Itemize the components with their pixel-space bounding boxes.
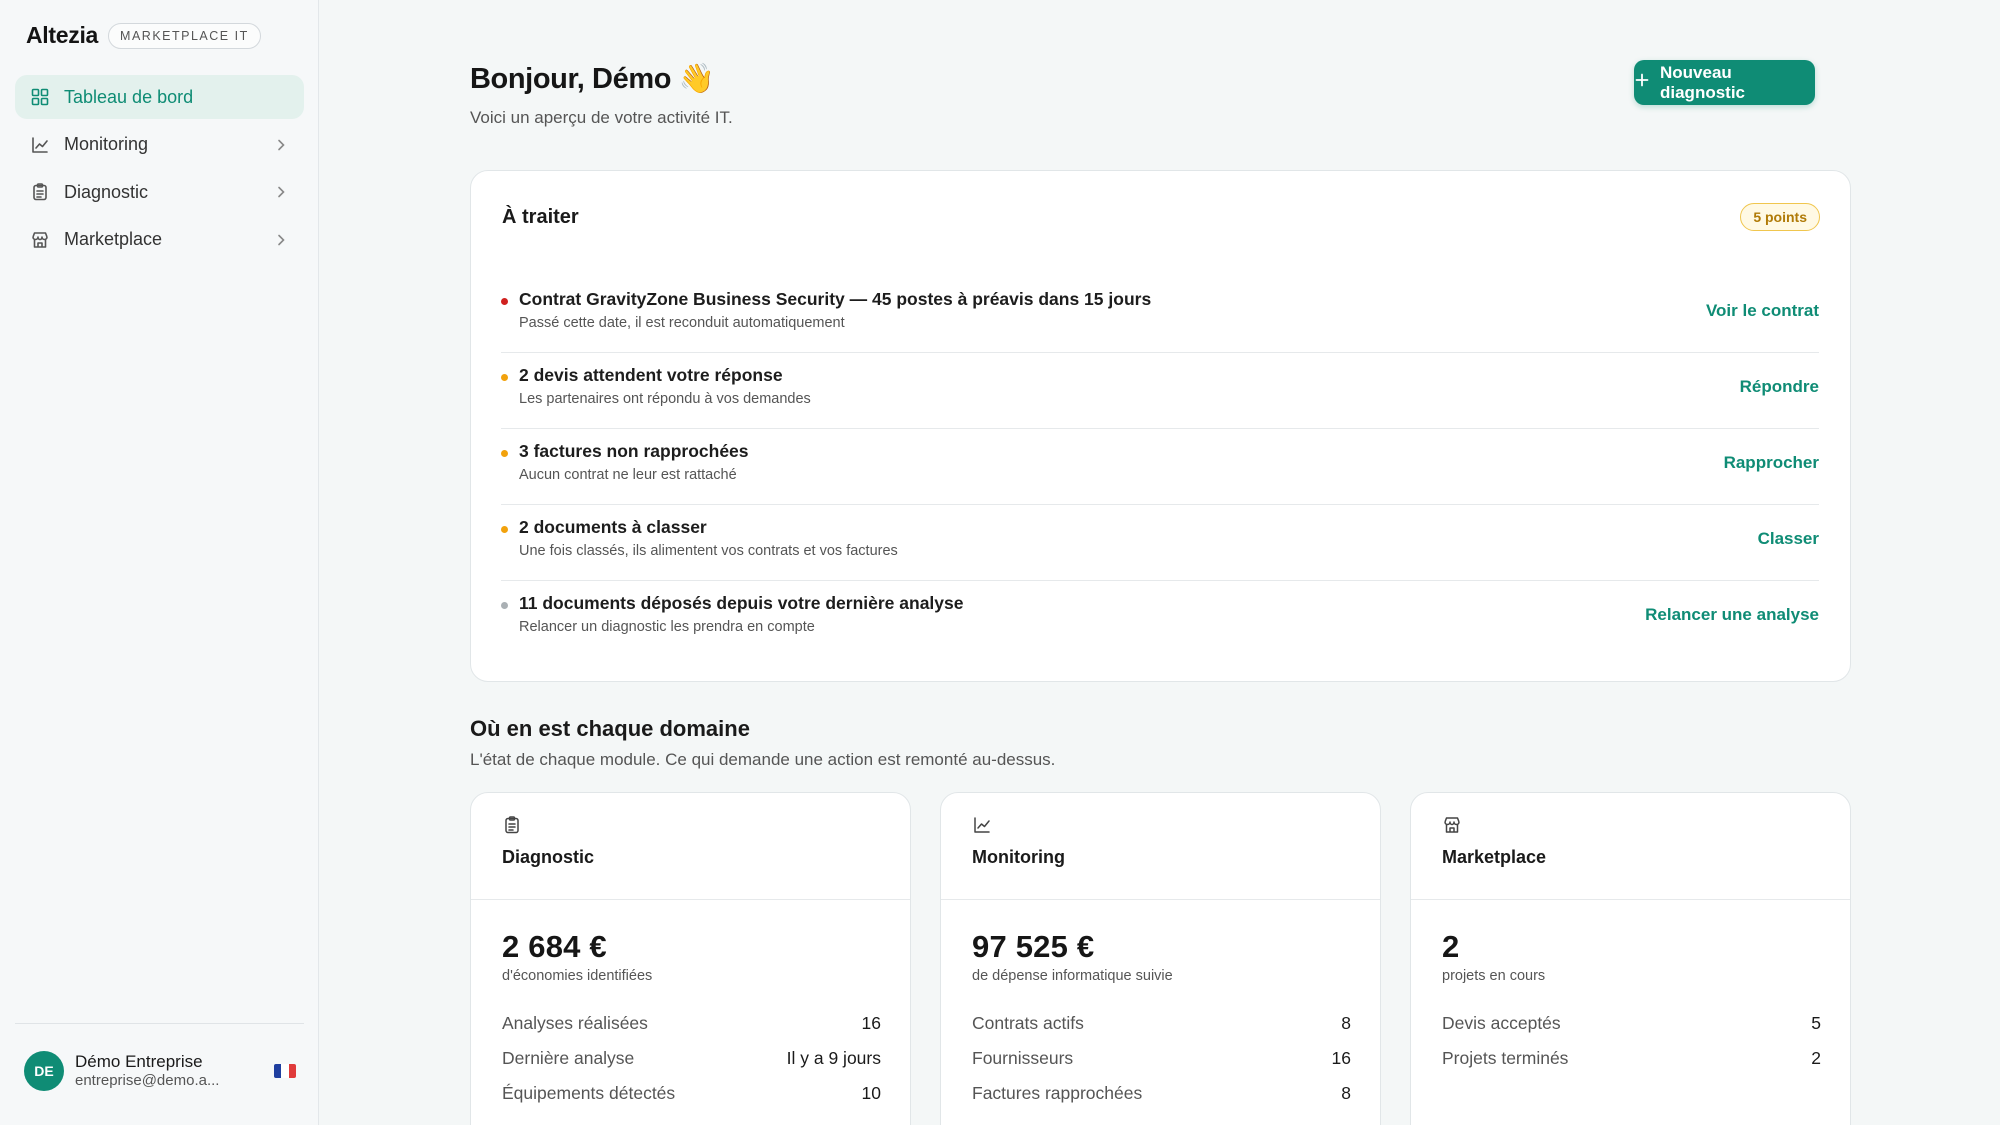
stat-row: Dernière analyse Il y a 9 jours xyxy=(502,1048,881,1068)
sidebar-item-label: Diagnostic xyxy=(64,181,149,202)
card-stats: Devis acceptés 5 Projets terminés 2 xyxy=(1442,1006,1821,1076)
stat-row: Analyses réalisées 16 xyxy=(502,1013,881,1033)
grid-icon xyxy=(30,87,50,107)
todo-item-subtitle: Relancer un diagnostic les prendra en co… xyxy=(519,619,815,635)
chevron-right-icon xyxy=(274,233,288,247)
card-header: Marketplace xyxy=(1411,793,1850,900)
view-contract-link[interactable]: Voir le contrat xyxy=(1706,301,1819,321)
todo-item-title: 3 factures non rapprochées xyxy=(519,441,749,461)
page-title: Bonjour, Démo 👋 xyxy=(470,63,715,95)
sidebar-item-diagnostic[interactable]: Diagnostic xyxy=(15,170,304,214)
card-title: Monitoring xyxy=(972,847,1065,867)
sidebar-item-dashboard[interactable]: Tableau de bord xyxy=(15,75,304,119)
main-content: Bonjour, Démo 👋 Voici un aperçu de votre… xyxy=(320,0,2000,1125)
user-info: Démo Entreprise entreprise@demo.a... xyxy=(75,1052,274,1090)
rerun-analysis-link[interactable]: Relancer une analyse xyxy=(1645,605,1819,625)
user-name: Démo Entreprise xyxy=(75,1051,203,1071)
sidebar-item-label: Monitoring xyxy=(64,134,149,154)
todo-item-subtitle: Aucun contrat ne leur est rattaché xyxy=(519,467,737,483)
card-metric: 97 525 € xyxy=(972,929,1095,964)
brand-tag: MARKETPLACE IT xyxy=(108,22,261,49)
domains-title: Où en est chaque domaine xyxy=(470,716,750,741)
page-subtitle: Voici un aperçu de votre activité IT. xyxy=(470,108,733,127)
todo-item-title: 11 documents déposés depuis votre derniè… xyxy=(519,593,964,613)
avatar: DE xyxy=(24,1051,64,1091)
new-diagnostic-button[interactable]: Nouveau diagnostic xyxy=(1634,60,1815,105)
card-metric-caption: de dépense informatique suivie xyxy=(972,968,1173,984)
sidebar-item-marketplace[interactable]: Marketplace xyxy=(15,218,304,262)
brand[interactable]: Altezia MARKETPLACE IT xyxy=(26,22,261,49)
todo-title: À traiter xyxy=(502,206,579,228)
todo-item: 2 devis attendent votre réponse Les part… xyxy=(501,353,1819,429)
todo-item: 2 documents à classer Une fois classés, … xyxy=(501,505,1819,581)
user-email: entreprise@demo.a... xyxy=(75,1072,220,1090)
card-header: Monitoring xyxy=(941,793,1380,900)
todo-item-subtitle: Passé cette date, il est reconduit autom… xyxy=(519,315,845,331)
todo-item-title: Contrat GravityZone Business Security — … xyxy=(519,289,1152,309)
french-flag-icon[interactable] xyxy=(274,1064,296,1078)
todo-item: Contrat GravityZone Business Security — … xyxy=(501,277,1819,353)
sidebar-item-label: Marketplace xyxy=(64,229,163,249)
todo-item-title: 2 devis attendent votre réponse xyxy=(519,365,783,385)
todo-list: Contrat GravityZone Business Security — … xyxy=(501,277,1819,657)
clipboard-icon xyxy=(502,815,522,835)
stat-row: Contrats actifs 8 xyxy=(972,1013,1351,1033)
line-chart-icon xyxy=(30,135,50,155)
status-dot xyxy=(501,450,508,457)
line-chart-icon xyxy=(972,815,992,835)
sidebar: Altezia MARKETPLACE IT Tableau de bord M… xyxy=(0,0,319,1125)
card-title: Diagnostic xyxy=(502,847,595,867)
status-dot xyxy=(501,602,508,609)
status-dot xyxy=(501,298,508,305)
clipboard-icon xyxy=(30,182,50,202)
new-diagnostic-label: Nouveau diagnostic xyxy=(1660,62,1746,102)
todo-count-badge: 5 points xyxy=(1740,203,1820,231)
todo-item-subtitle: Les partenaires ont répondu à vos demand… xyxy=(519,391,811,407)
sidebar-item-monitoring[interactable]: Monitoring xyxy=(15,123,304,167)
card-stats: Analyses réalisées 16 Dernière analyse Il … xyxy=(502,1006,881,1111)
card-stats: Contrats actifs 8 Fournisseurs 16 Factures… xyxy=(972,1006,1351,1111)
status-dot xyxy=(501,526,508,533)
stat-row: Factures rapprochées 8 xyxy=(972,1083,1351,1103)
domain-card-marketplace[interactable]: Marketplace 2 projets en cours Devis acc… xyxy=(1410,792,1851,1125)
card-metric-caption: projets en cours xyxy=(1442,968,1546,984)
todo-item-subtitle: Une fois classés, ils alimentent vos con… xyxy=(519,543,898,559)
plus-icon xyxy=(1634,72,1650,93)
chevron-right-icon xyxy=(274,185,288,199)
store-icon xyxy=(1442,815,1462,835)
todo-item: 11 documents déposés depuis votre derniè… xyxy=(501,581,1819,657)
brand-name: Altezia xyxy=(26,22,99,48)
todo-item: 3 factures non rapprochées Aucun contrat… xyxy=(501,429,1819,505)
todo-panel: À traiter 5 points Contrat GravityZone B… xyxy=(470,170,1851,682)
card-metric-caption: d'économies identifiées xyxy=(502,968,653,984)
sidebar-divider xyxy=(15,1023,304,1024)
store-icon xyxy=(30,230,50,250)
stat-row: Projets terminés 2 xyxy=(1442,1048,1821,1068)
stat-row: Devis acceptés 5 xyxy=(1442,1013,1821,1033)
sidebar-nav: Tableau de bord Monitoring Diagnostic Ma… xyxy=(15,75,304,265)
stat-row: Fournisseurs 16 xyxy=(972,1048,1351,1068)
stat-row: Équipements détectés 10 xyxy=(502,1083,881,1103)
classify-link[interactable]: Classer xyxy=(1758,529,1819,549)
card-metric: 2 xyxy=(1442,929,1460,964)
card-title: Marketplace xyxy=(1442,847,1547,867)
card-metric: 2 684 € xyxy=(502,929,607,964)
domain-card-monitoring[interactable]: Monitoring 97 525 € de dépense informati… xyxy=(940,792,1381,1125)
reconcile-link[interactable]: Rapprocher xyxy=(1724,453,1819,473)
card-header: Diagnostic xyxy=(471,793,910,900)
sidebar-item-label: Tableau de bord xyxy=(64,86,194,107)
user-menu[interactable]: DE Démo Entreprise entreprise@demo.a... xyxy=(24,1051,296,1091)
domain-card-diagnostic[interactable]: Diagnostic 2 684 € d'économies identifié… xyxy=(470,792,911,1125)
reply-link[interactable]: Répondre xyxy=(1740,377,1819,397)
domains-subtitle: L'état de chaque module. Ce qui demande … xyxy=(470,750,1056,769)
todo-item-title: 2 documents à classer xyxy=(519,517,707,537)
chevron-right-icon xyxy=(274,138,288,152)
status-dot xyxy=(501,374,508,381)
